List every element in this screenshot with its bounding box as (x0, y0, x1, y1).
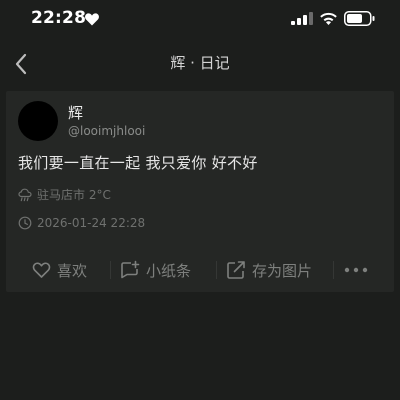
weather-row: 驻马店市 2°C (18, 186, 111, 203)
heart-icon (85, 13, 99, 26)
more-button[interactable] (344, 255, 374, 285)
clock-icon (18, 216, 32, 230)
note-add-icon (121, 260, 140, 279)
save-image-button[interactable]: 存为图片 (226, 255, 312, 285)
status-bar: 22:28 (0, 0, 400, 38)
divider (110, 261, 111, 279)
note-button[interactable]: 小纸条 (120, 255, 191, 285)
user-name[interactable]: 辉 (68, 102, 83, 123)
divider (216, 261, 217, 279)
action-bar: 喜欢 小纸条 存为图片 (6, 251, 394, 289)
timestamp-row: 2026-01-24 22:28 (18, 216, 145, 230)
rain-cloud-icon (18, 188, 32, 201)
status-time: 22:28 (31, 8, 87, 28)
share-image-icon (227, 261, 245, 279)
battery-icon (344, 11, 375, 26)
post-content: 我们要一直在一起 我只爱你 好不好 (18, 154, 258, 172)
wifi-icon (320, 12, 337, 25)
like-label: 喜欢 (57, 261, 88, 280)
user-handle: @looimjhlooi (68, 124, 146, 138)
save-label: 存为图片 (252, 261, 313, 280)
screen: 22:28 辉 · 日记 辉 @looimjhlooi 我们要一直在一起 我只爱… (0, 0, 400, 400)
like-button[interactable]: 喜欢 (32, 255, 87, 285)
page-title: 辉 · 日记 (170, 54, 230, 72)
signal-icon (291, 12, 313, 25)
more-icon (344, 267, 368, 273)
note-label: 小纸条 (146, 261, 192, 280)
weather-text: 驻马店市 2°C (37, 188, 111, 202)
divider (333, 261, 334, 279)
timestamp-text: 2026-01-24 22:28 (37, 216, 146, 230)
avatar[interactable] (18, 101, 58, 141)
diary-card: 辉 @looimjhlooi 我们要一直在一起 我只爱你 好不好 驻马店市 2°… (6, 91, 394, 292)
nav-bar: 辉 · 日记 (0, 38, 400, 90)
heart-outline-icon (32, 262, 51, 278)
